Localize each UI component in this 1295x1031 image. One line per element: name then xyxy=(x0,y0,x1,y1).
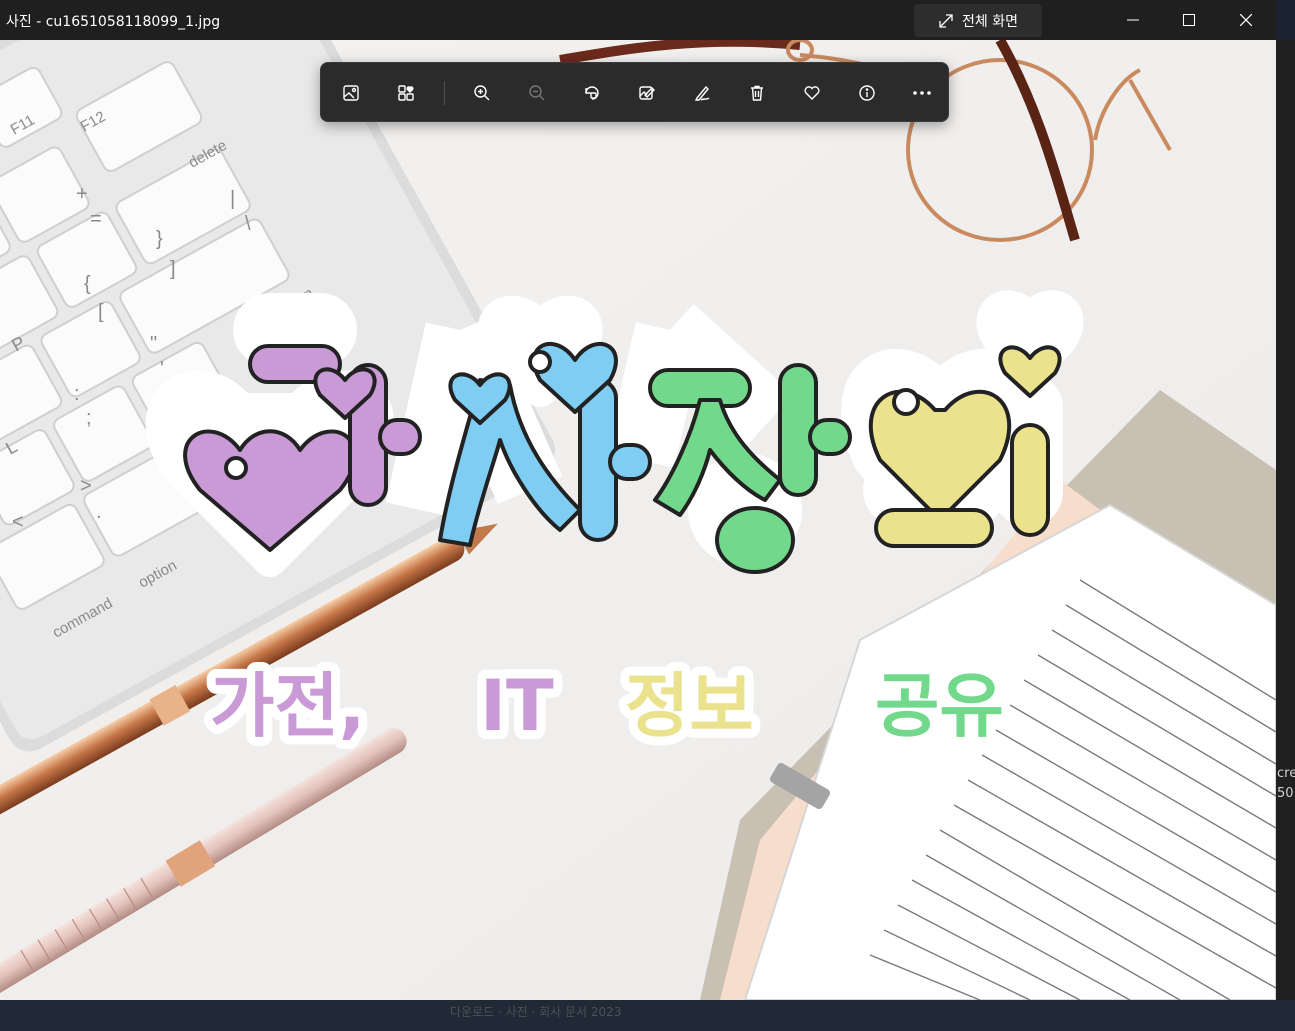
delete-button[interactable] xyxy=(741,77,773,109)
svg-text:+: + xyxy=(76,183,88,205)
more-icon xyxy=(912,84,932,102)
favorite-button[interactable] xyxy=(796,77,828,109)
gallery-button[interactable] xyxy=(390,77,422,109)
edit-image-icon xyxy=(638,84,656,102)
expand-icon xyxy=(938,13,954,29)
rotate-button[interactable] xyxy=(576,77,608,109)
svg-text::: : xyxy=(74,383,80,405)
close-icon xyxy=(1240,14,1252,26)
info-button[interactable] xyxy=(851,77,883,109)
title-bar: 사진 - cu1651058118099_1.jpg 전체 화면 xyxy=(0,0,1276,40)
zoom-out-icon xyxy=(528,84,546,102)
desktop-background-right xyxy=(1276,40,1295,1031)
zoom-in-icon xyxy=(473,84,491,102)
svg-text:[: [ xyxy=(98,301,104,323)
zoom-out-button[interactable] xyxy=(521,77,553,109)
info-icon xyxy=(858,84,876,102)
background-text: cre xyxy=(1277,766,1295,781)
svg-text:': ' xyxy=(160,358,164,380)
subtitle-word: 공유 xyxy=(875,665,1004,747)
gallery-icon xyxy=(397,84,415,102)
maximize-button[interactable] xyxy=(1160,0,1218,40)
photos-app-window: 사진 - cu1651058118099_1.jpg 전체 화면 F11 F12… xyxy=(0,0,1276,1000)
photo-toolbar xyxy=(320,62,949,122)
svg-text:.: . xyxy=(96,501,102,523)
svg-text:|: | xyxy=(230,188,235,210)
svg-text:;: ; xyxy=(86,407,92,429)
rotate-icon xyxy=(583,84,601,102)
subtitle-word: 가전, xyxy=(210,665,365,747)
photo-image: F11 F12 delete return P L option command… xyxy=(0,40,1276,1000)
draw-button[interactable] xyxy=(686,77,718,109)
desktop-background-bottom xyxy=(0,1000,1295,1031)
subtitle-word: 정보 xyxy=(625,665,754,747)
svg-text:\: \ xyxy=(245,213,251,235)
fullscreen-button[interactable]: 전체 화면 xyxy=(914,4,1042,37)
svg-text:{: { xyxy=(84,273,91,295)
svg-text:>: > xyxy=(80,475,92,497)
zoom-in-button[interactable] xyxy=(466,77,498,109)
svg-text:<: < xyxy=(12,511,24,533)
close-button[interactable] xyxy=(1217,0,1275,40)
favorite-icon xyxy=(803,84,821,102)
toolbar-separator xyxy=(444,81,445,105)
window-title: 사진 - cu1651058118099_1.jpg xyxy=(6,14,221,30)
svg-text:]: ] xyxy=(170,258,176,280)
edit-image-button[interactable] xyxy=(631,77,663,109)
subtitle-word: IT xyxy=(480,665,554,747)
minimize-button[interactable] xyxy=(1104,0,1162,40)
fullscreen-label: 전체 화면 xyxy=(962,13,1018,30)
minimize-icon xyxy=(1127,14,1139,26)
view-image-button[interactable] xyxy=(335,77,367,109)
draw-icon xyxy=(693,84,711,102)
image-viewport[interactable]: F11 F12 delete return P L option command… xyxy=(0,40,1276,1000)
background-text: 50 xyxy=(1277,786,1294,801)
svg-text:}: } xyxy=(156,228,163,250)
background-text: 다운로드 · 사진 · 회사 문서 2023 xyxy=(450,1005,622,1019)
svg-text:": " xyxy=(150,333,157,355)
delete-icon xyxy=(748,84,766,102)
image-icon xyxy=(342,84,360,102)
more-options-button[interactable] xyxy=(906,77,938,109)
maximize-icon xyxy=(1183,14,1195,26)
svg-text:=: = xyxy=(90,208,102,230)
